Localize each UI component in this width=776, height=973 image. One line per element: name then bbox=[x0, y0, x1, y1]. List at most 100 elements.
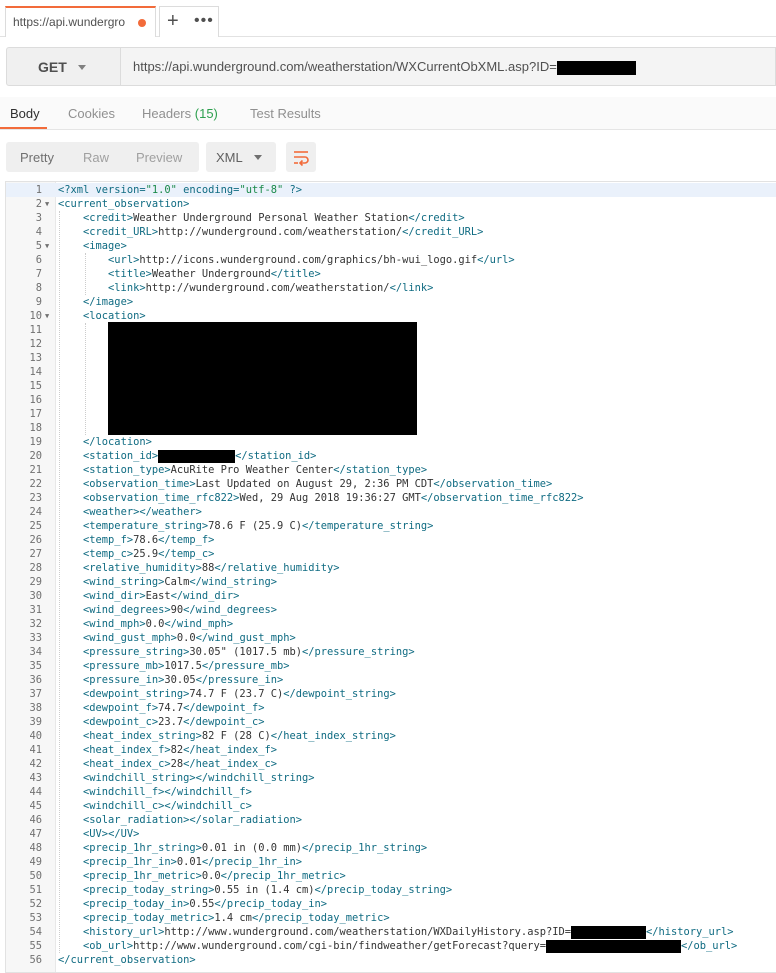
code-text: </image> bbox=[83, 296, 134, 308]
line-number: 3 bbox=[35, 212, 42, 224]
format-label: XML bbox=[216, 150, 243, 165]
line-number: 56 bbox=[29, 954, 42, 966]
redacted-block bbox=[570, 925, 646, 939]
code-text: <windchill_c></windchill_c> bbox=[83, 800, 252, 812]
request-url-bar: GET https://api.wunderground.com/weather… bbox=[0, 37, 776, 97]
line-number: 2 bbox=[35, 198, 42, 210]
code-text: <temp_f>78.6</temp_f> bbox=[83, 534, 215, 546]
tab-actions: + ••• bbox=[159, 6, 219, 37]
line-number: 20 bbox=[29, 450, 42, 462]
line-number: 14 bbox=[29, 366, 42, 378]
code-line: 50 <precip_1hr_metric>0.0</precip_1hr_me… bbox=[6, 869, 776, 883]
preview-button[interactable]: Preview bbox=[136, 150, 182, 165]
line-number: 36 bbox=[29, 674, 42, 686]
code-text: <url>http://icons.wunderground.com/graph… bbox=[108, 254, 515, 266]
line-number: 8 bbox=[35, 282, 42, 294]
code-line: 52 <precip_today_in>0.55</precip_today_i… bbox=[6, 897, 776, 911]
code-line: 32 <wind_mph>0.0</wind_mph> bbox=[6, 617, 776, 631]
code-line: 6 <url>http://icons.wunderground.com/gra… bbox=[6, 253, 776, 267]
line-number: 26 bbox=[29, 534, 42, 546]
code-text: <wind_mph>0.0</wind_mph> bbox=[83, 618, 234, 630]
code-line: 38 <dewpoint_f>74.7</dewpoint_f> bbox=[6, 701, 776, 715]
code-text: <location> bbox=[83, 310, 146, 322]
code-line: 40 <heat_index_string>82 F (28 C)</heat_… bbox=[6, 729, 776, 743]
code-line: 5 ▼ <image> bbox=[6, 239, 776, 253]
redacted-block bbox=[545, 939, 681, 953]
tab-cookies[interactable]: Cookies bbox=[68, 106, 115, 121]
line-number: 12 bbox=[29, 338, 42, 350]
request-tab-title: https://api.wundergro bbox=[13, 15, 126, 29]
code-line: 43 <windchill_string></windchill_string> bbox=[6, 771, 776, 785]
code-line: 31 <wind_degrees>90</wind_degrees> bbox=[6, 603, 776, 617]
line-number: 10 bbox=[29, 310, 42, 322]
fold-toggle-icon[interactable]: ▼ bbox=[45, 197, 49, 211]
code-text: <pressure_mb>1017.5</pressure_mb> bbox=[83, 660, 290, 672]
tab-headers[interactable]: Headers (15) bbox=[142, 106, 218, 121]
line-number: 43 bbox=[29, 772, 42, 784]
line-number: 40 bbox=[29, 730, 42, 742]
code-text: <station_type>AcuRite Pro Weather Center… bbox=[83, 464, 428, 476]
line-number: 34 bbox=[29, 646, 42, 658]
code-line: 56 </current_observation> bbox=[6, 953, 776, 967]
code-text: <wind_gust_mph>0.0</wind_gust_mph> bbox=[83, 632, 296, 644]
unsaved-dot-icon bbox=[138, 19, 146, 27]
code-line: 36 <pressure_in>30.05</pressure_in> bbox=[6, 673, 776, 687]
active-tab-indicator bbox=[0, 127, 47, 129]
new-tab-button[interactable]: + bbox=[167, 10, 179, 32]
code-text: <precip_today_in>0.55</precip_today_in> bbox=[83, 898, 328, 910]
chevron-down-icon bbox=[254, 155, 262, 160]
url-text: https://api.wunderground.com/weatherstat… bbox=[133, 59, 636, 75]
line-number: 55 bbox=[29, 940, 42, 952]
code-line: 47 <UV></UV> bbox=[6, 827, 776, 841]
code-line: 53 <precip_today_metric>1.4 cm</precip_t… bbox=[6, 911, 776, 925]
pretty-button[interactable]: Pretty bbox=[20, 150, 54, 165]
line-number: 49 bbox=[29, 856, 42, 868]
tab-body[interactable]: Body bbox=[10, 106, 40, 121]
line-number: 38 bbox=[29, 702, 42, 714]
more-tabs-button[interactable]: ••• bbox=[194, 11, 214, 31]
code-text: <precip_1hr_metric>0.0</precip_1hr_metri… bbox=[83, 870, 346, 882]
code-line: 34 <pressure_string>30.05" (1017.5 mb)</… bbox=[6, 645, 776, 659]
redacted-block bbox=[158, 449, 236, 463]
request-tab[interactable]: https://api.wundergro bbox=[5, 6, 156, 37]
line-number: 50 bbox=[29, 870, 42, 882]
code-text: <precip_1hr_string>0.01 in (0.0 mm)</pre… bbox=[83, 842, 428, 854]
code-text: <solar_radiation></solar_radiation> bbox=[83, 814, 302, 826]
code-text: <title>Weather Underground</title> bbox=[108, 268, 321, 280]
line-number: 47 bbox=[29, 828, 42, 840]
fold-toggle-icon[interactable]: ▼ bbox=[45, 239, 49, 253]
line-number: 13 bbox=[29, 352, 42, 364]
code-line: 27 <temp_c>25.9</temp_c> bbox=[6, 547, 776, 561]
code-text: <dewpoint_c>23.7</dewpoint_c> bbox=[83, 716, 265, 728]
code-text: </current_observation> bbox=[58, 954, 196, 966]
line-number: 31 bbox=[29, 604, 42, 616]
code-line: 2 ▼ <current_observation> bbox=[6, 197, 776, 211]
response-body-editor[interactable]: 1 <?xml version="1.0" encoding="utf-8" ?>… bbox=[5, 181, 776, 973]
code-text: <image> bbox=[83, 240, 127, 252]
code-text: <observation_time_rfc822>Wed, 29 Aug 201… bbox=[83, 492, 584, 504]
code-text: <UV></UV> bbox=[83, 828, 140, 840]
code-text: <observation_time>Last Updated on August… bbox=[83, 478, 553, 490]
line-number: 17 bbox=[29, 408, 42, 420]
line-number: 33 bbox=[29, 632, 42, 644]
code-line: 44 <windchill_f></windchill_f> bbox=[6, 785, 776, 799]
code-text: <pressure_in>30.05</pressure_in> bbox=[83, 674, 284, 686]
line-number: 42 bbox=[29, 758, 42, 770]
code-text: <temp_c>25.9</temp_c> bbox=[83, 548, 215, 560]
url-input[interactable]: https://api.wunderground.com/weatherstat… bbox=[121, 47, 776, 86]
format-select[interactable]: XML bbox=[206, 142, 276, 172]
wrap-lines-button[interactable] bbox=[286, 142, 316, 172]
headers-count: (15) bbox=[194, 106, 218, 121]
code-text: <heat_index_f>82</heat_index_f> bbox=[83, 744, 277, 756]
code-line: 54 <history_url>http://www.wunderground.… bbox=[6, 925, 776, 939]
fold-toggle-icon[interactable]: ▼ bbox=[45, 309, 49, 323]
line-number: 54 bbox=[29, 926, 42, 938]
response-toolbar: Pretty Raw Preview XML bbox=[0, 130, 776, 180]
line-number: 44 bbox=[29, 786, 42, 798]
raw-button[interactable]: Raw bbox=[83, 150, 109, 165]
line-number: 53 bbox=[29, 912, 42, 924]
tab-test-results[interactable]: Test Results bbox=[250, 106, 321, 121]
line-number: 25 bbox=[29, 520, 42, 532]
method-select[interactable]: GET bbox=[6, 47, 121, 86]
code-text: <windchill_string></windchill_string> bbox=[83, 772, 315, 784]
